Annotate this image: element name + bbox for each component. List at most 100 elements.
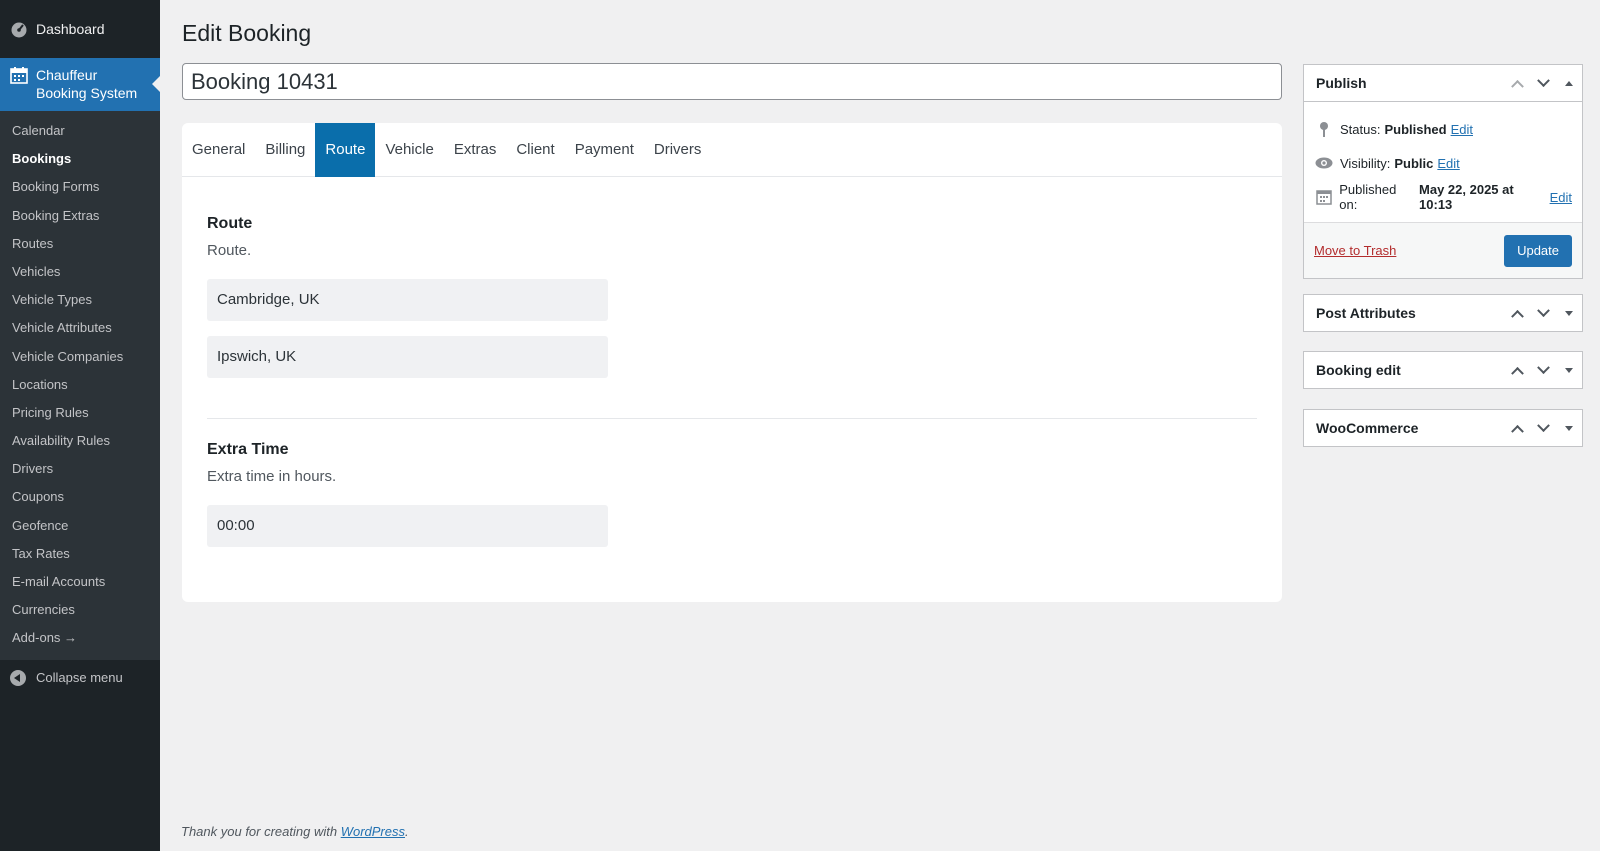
edit-date-link[interactable]: Edit bbox=[1550, 190, 1572, 205]
page-title: Edit Booking bbox=[182, 20, 312, 46]
collapse-triangle-icon bbox=[1565, 80, 1573, 86]
move-up-button[interactable] bbox=[1504, 410, 1530, 446]
booking-edit-title: Booking edit bbox=[1316, 362, 1401, 378]
calendar-icon bbox=[1314, 187, 1333, 207]
expand-triangle-icon bbox=[1565, 310, 1573, 316]
move-down-button[interactable] bbox=[1530, 295, 1556, 331]
woocommerce-header[interactable]: WooCommerce bbox=[1304, 410, 1582, 446]
submenu-item-add-ons[interactable]: Add-ons → bbox=[0, 624, 160, 652]
eye-icon bbox=[1314, 153, 1334, 173]
submenu-item-routes[interactable]: Routes bbox=[0, 230, 160, 258]
move-down-button[interactable] bbox=[1530, 65, 1556, 101]
chevron-down-icon bbox=[1536, 360, 1550, 374]
chevron-down-icon bbox=[1536, 303, 1550, 317]
route-title: Route bbox=[207, 215, 253, 232]
extra-time-section: Extra Time Extra time in hours. 00:00 bbox=[207, 441, 1257, 547]
move-down-button[interactable] bbox=[1530, 410, 1556, 446]
woocommerce-box: WooCommerce bbox=[1303, 409, 1583, 447]
visibility-value: Public bbox=[1394, 155, 1434, 171]
post-attributes-box: Post Attributes bbox=[1303, 294, 1583, 332]
post-attributes-header[interactable]: Post Attributes bbox=[1304, 295, 1582, 331]
tab-bar: General Billing Route Vehicle Extras Cli… bbox=[182, 123, 1282, 177]
tab-route[interactable]: Route bbox=[315, 123, 376, 177]
submenu-item-vehicles[interactable]: Vehicles bbox=[0, 258, 160, 286]
chevron-down-icon bbox=[1536, 73, 1550, 87]
submenu-item-geofence[interactable]: Geofence bbox=[0, 512, 160, 540]
extra-time-field[interactable]: 00:00 bbox=[207, 505, 608, 547]
tab-billing[interactable]: Billing bbox=[255, 123, 315, 177]
extra-time-description: Extra time in hours. bbox=[207, 468, 337, 485]
pin-icon bbox=[1314, 119, 1334, 139]
update-button[interactable]: Update bbox=[1504, 234, 1572, 267]
submenu: Calendar Bookings Booking Forms Booking … bbox=[0, 111, 160, 660]
move-up-button[interactable] bbox=[1504, 65, 1530, 101]
submenu-item-bookings[interactable]: Bookings bbox=[0, 145, 160, 173]
submenu-item-vehicle-types[interactable]: Vehicle Types bbox=[0, 286, 160, 314]
submenu-item-booking-extras[interactable]: Booking Extras bbox=[0, 202, 160, 230]
chevron-up-icon bbox=[1510, 366, 1524, 380]
submenu-item-vehicle-companies[interactable]: Vehicle Companies bbox=[0, 343, 160, 371]
section-divider bbox=[207, 418, 1257, 419]
tab-payment[interactable]: Payment bbox=[565, 123, 644, 177]
toggle-panel-button[interactable] bbox=[1556, 65, 1582, 101]
submenu-item-availability-rules[interactable]: Availability Rules bbox=[0, 427, 160, 455]
submenu-item-drivers[interactable]: Drivers bbox=[0, 455, 160, 483]
route-section: Route Route. Cambridge, UK Ipswich, UK bbox=[207, 215, 1257, 378]
submenu-item-tax-rates[interactable]: Tax Rates bbox=[0, 540, 160, 568]
status-row: Status: Published Edit bbox=[1314, 112, 1572, 146]
move-up-button[interactable] bbox=[1504, 352, 1530, 388]
tab-vehicle[interactable]: Vehicle bbox=[375, 123, 443, 177]
edit-status-link[interactable]: Edit bbox=[1451, 122, 1473, 137]
chevron-down-icon bbox=[1536, 418, 1550, 432]
booking-edit-box: Booking edit bbox=[1303, 351, 1583, 389]
main-content: Edit Booking Booking 10431 General Billi… bbox=[160, 0, 1600, 851]
route-to-field[interactable]: Ipswich, UK bbox=[207, 336, 608, 378]
submenu-item-vehicle-attributes[interactable]: Vehicle Attributes bbox=[0, 314, 160, 342]
footer-text: Thank you for creating with bbox=[181, 824, 338, 839]
visibility-row: Visibility: Public Edit bbox=[1314, 146, 1572, 180]
published-value: May 22, 2025 at 10:13 bbox=[1419, 182, 1514, 212]
menu-item-chauffeur-booking-system[interactable]: Chauffeur Booking System bbox=[0, 58, 160, 111]
toggle-panel-button[interactable] bbox=[1556, 410, 1582, 446]
edit-visibility-link[interactable]: Edit bbox=[1437, 156, 1459, 171]
footer-period: . bbox=[405, 824, 409, 839]
tab-client[interactable]: Client bbox=[506, 123, 564, 177]
submenu-item-email-accounts[interactable]: E-mail Accounts bbox=[0, 568, 160, 596]
publish-box-title: Publish bbox=[1316, 75, 1367, 91]
tab-drivers[interactable]: Drivers bbox=[644, 123, 712, 177]
publish-actions: Move to Trash Update bbox=[1304, 222, 1582, 278]
submenu-item-locations[interactable]: Locations bbox=[0, 371, 160, 399]
woocommerce-title: WooCommerce bbox=[1316, 420, 1419, 436]
booking-tabs-panel: General Billing Route Vehicle Extras Cli… bbox=[182, 123, 1282, 602]
status-label: Status: bbox=[1340, 121, 1381, 137]
wordpress-link[interactable]: WordPress bbox=[341, 824, 405, 839]
collapse-menu-button[interactable]: Collapse menu bbox=[0, 660, 160, 696]
booking-edit-header[interactable]: Booking edit bbox=[1304, 352, 1582, 388]
expand-triangle-icon bbox=[1565, 425, 1573, 431]
chevron-up-icon bbox=[1510, 79, 1524, 93]
submenu-item-calendar[interactable]: Calendar bbox=[0, 117, 160, 145]
move-to-trash-link[interactable]: Move to Trash bbox=[1314, 243, 1396, 258]
dashboard-icon bbox=[10, 20, 28, 38]
menu-item-dashboard[interactable]: Dashboard bbox=[0, 0, 160, 58]
move-down-button[interactable] bbox=[1530, 352, 1556, 388]
move-up-button[interactable] bbox=[1504, 295, 1530, 331]
expand-triangle-icon bbox=[1565, 367, 1573, 373]
tab-general[interactable]: General bbox=[182, 123, 255, 177]
admin-sidebar: Dashboard Chauffeur Booking System Calen… bbox=[0, 0, 160, 851]
post-title-input[interactable]: Booking 10431 bbox=[182, 63, 1282, 100]
collapse-menu-label: Collapse menu bbox=[36, 670, 123, 686]
submenu-item-booking-forms[interactable]: Booking Forms bbox=[0, 173, 160, 201]
collapse-icon bbox=[10, 669, 26, 686]
menu-item-chauffeur-label: Chauffeur Booking System bbox=[36, 67, 138, 101]
toggle-panel-button[interactable] bbox=[1556, 352, 1582, 388]
chevron-up-icon bbox=[1510, 424, 1524, 438]
tab-extras[interactable]: Extras bbox=[444, 123, 507, 177]
toggle-panel-button[interactable] bbox=[1556, 295, 1582, 331]
submenu-item-pricing-rules[interactable]: Pricing Rules bbox=[0, 399, 160, 427]
publish-box: Publish Status: Published Edit Visibilit… bbox=[1303, 64, 1583, 279]
submenu-item-coupons[interactable]: Coupons bbox=[0, 483, 160, 511]
route-from-field[interactable]: Cambridge, UK bbox=[207, 279, 608, 321]
submenu-item-currencies[interactable]: Currencies bbox=[0, 596, 160, 624]
admin-footer: Thank you for creating with WordPress. bbox=[181, 824, 409, 839]
